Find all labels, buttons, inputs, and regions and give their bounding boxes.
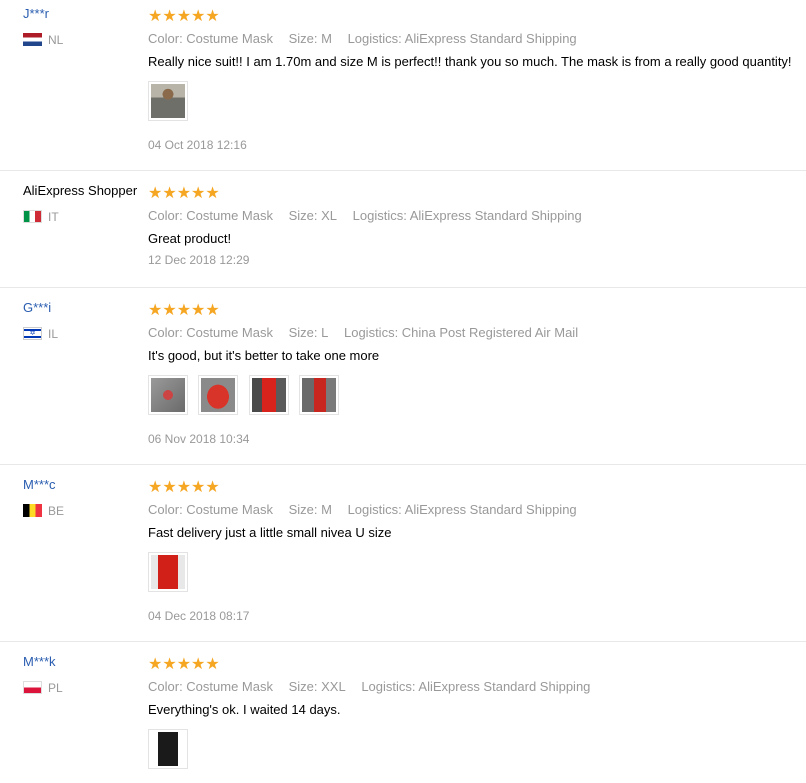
review-item: G***i ✡ IL ★★★★★ Color: Costume Mask Size… xyxy=(0,294,806,465)
color-info: Color: Costume Mask xyxy=(148,31,273,46)
netherlands-flag-icon xyxy=(23,33,42,46)
reviewer-country: PL xyxy=(23,681,63,695)
reviewer-country: ✡ IL xyxy=(23,327,58,341)
review-text: Fast delivery just a little small nivea … xyxy=(148,525,392,540)
logistics-info: Logistics: China Post Registered Air Mai… xyxy=(343,325,579,340)
review-photo-thumbnail[interactable] xyxy=(148,552,188,592)
review-photo-thumbnail[interactable] xyxy=(148,81,188,121)
review-date: 12 Dec 2018 12:29 xyxy=(148,253,250,267)
color-info: Color: Costume Mask xyxy=(148,325,273,340)
reviewer-info: G***i ✡ IL xyxy=(23,300,58,341)
review-photo-thumbnail[interactable] xyxy=(198,375,239,415)
logistics-info: Logistics: AliExpress Standard Shipping xyxy=(352,208,582,223)
logistics-info: Logistics: AliExpress Standard Shipping xyxy=(347,502,577,517)
star-rating: ★★★★★ xyxy=(148,302,220,319)
reviewer-name-link[interactable]: M***c xyxy=(23,477,56,492)
order-details: Color: Costume Mask Size: M Logistics: A… xyxy=(148,31,806,46)
review-text: Great product! xyxy=(148,231,232,246)
size-info: Size: L xyxy=(288,325,329,340)
reviewer-name-link[interactable]: M***k xyxy=(23,654,56,669)
order-details: Color: Costume Mask Size: M Logistics: A… xyxy=(148,502,806,517)
size-info: Size: XXL xyxy=(288,679,346,694)
review-item: M***c BE ★★★★★ Color: Costume Mask Size:… xyxy=(0,471,806,642)
belgium-flag-icon xyxy=(23,504,42,517)
color-info: Color: Costume Mask xyxy=(148,679,273,694)
star-rating: ★★★★★ xyxy=(148,8,220,25)
review-item: J***r NL ★★★★★ Color: Costume Mask Size:… xyxy=(0,0,806,171)
country-code: IL xyxy=(48,327,59,341)
size-info: Size: M xyxy=(288,31,332,46)
poland-flag-icon xyxy=(23,681,42,694)
reviewer-name-link[interactable]: J***r xyxy=(23,6,49,21)
reviewer-country: BE xyxy=(23,504,64,518)
order-details: Color: Costume Mask Size: XXL Logistics:… xyxy=(148,679,806,694)
review-photo-thumbnail[interactable] xyxy=(148,729,188,769)
review-text: Everything's ok. I waited 14 days. xyxy=(148,702,341,717)
review-item: M***k PL ★★★★★ Color: Costume Mask Size:… xyxy=(0,648,806,783)
review-text: Really nice suit!! I am 1.70m and size M… xyxy=(148,54,792,69)
reviewer-name-link[interactable]: G***i xyxy=(23,300,51,315)
review-date: 06 Nov 2018 10:34 xyxy=(148,432,250,446)
logistics-info: Logistics: AliExpress Standard Shipping xyxy=(361,679,591,694)
logistics-info: Logistics: AliExpress Standard Shipping xyxy=(347,31,577,46)
reviewer-info: J***r NL xyxy=(23,6,63,47)
review-date: 04 Dec 2018 08:17 xyxy=(148,609,250,623)
review-text: It's good, but it's better to take one m… xyxy=(148,348,380,363)
size-info: Size: M xyxy=(288,502,332,517)
review-photo-thumbnail[interactable] xyxy=(248,375,289,415)
review-item: AliExpress Shopper IT ★★★★★ Color: Costu… xyxy=(0,177,806,288)
reviewer-info: AliExpress Shopper IT xyxy=(23,183,138,224)
review-date: 04 Oct 2018 12:16 xyxy=(148,138,247,152)
order-details: Color: Costume Mask Size: L Logistics: C… xyxy=(148,325,806,340)
review-photos xyxy=(148,375,806,417)
reviewer-country: NL xyxy=(23,33,63,47)
country-code: NL xyxy=(48,33,64,47)
color-info: Color: Costume Mask xyxy=(148,208,273,223)
star-rating: ★★★★★ xyxy=(148,185,220,202)
italy-flag-icon xyxy=(23,210,42,223)
reviewer-info: M***k PL xyxy=(23,654,63,695)
reviewer-name: AliExpress Shopper xyxy=(23,183,138,198)
star-rating: ★★★★★ xyxy=(148,656,220,673)
star-rating: ★★★★★ xyxy=(148,479,220,496)
review-photos xyxy=(148,81,806,123)
review-photo-thumbnail[interactable] xyxy=(148,375,188,415)
review-photos xyxy=(148,729,806,771)
country-code: BE xyxy=(48,504,65,518)
size-info: Size: XL xyxy=(288,208,338,223)
israel-flag-icon: ✡ xyxy=(23,327,42,340)
reviewer-info: M***c BE xyxy=(23,477,64,518)
country-code: IT xyxy=(48,210,59,224)
reviewer-country: IT xyxy=(23,210,59,224)
review-photo-thumbnail[interactable] xyxy=(299,375,340,415)
color-info: Color: Costume Mask xyxy=(148,502,273,517)
order-details: Color: Costume Mask Size: XL Logistics: … xyxy=(148,208,806,223)
review-photos xyxy=(148,552,806,594)
country-code: PL xyxy=(48,681,63,695)
